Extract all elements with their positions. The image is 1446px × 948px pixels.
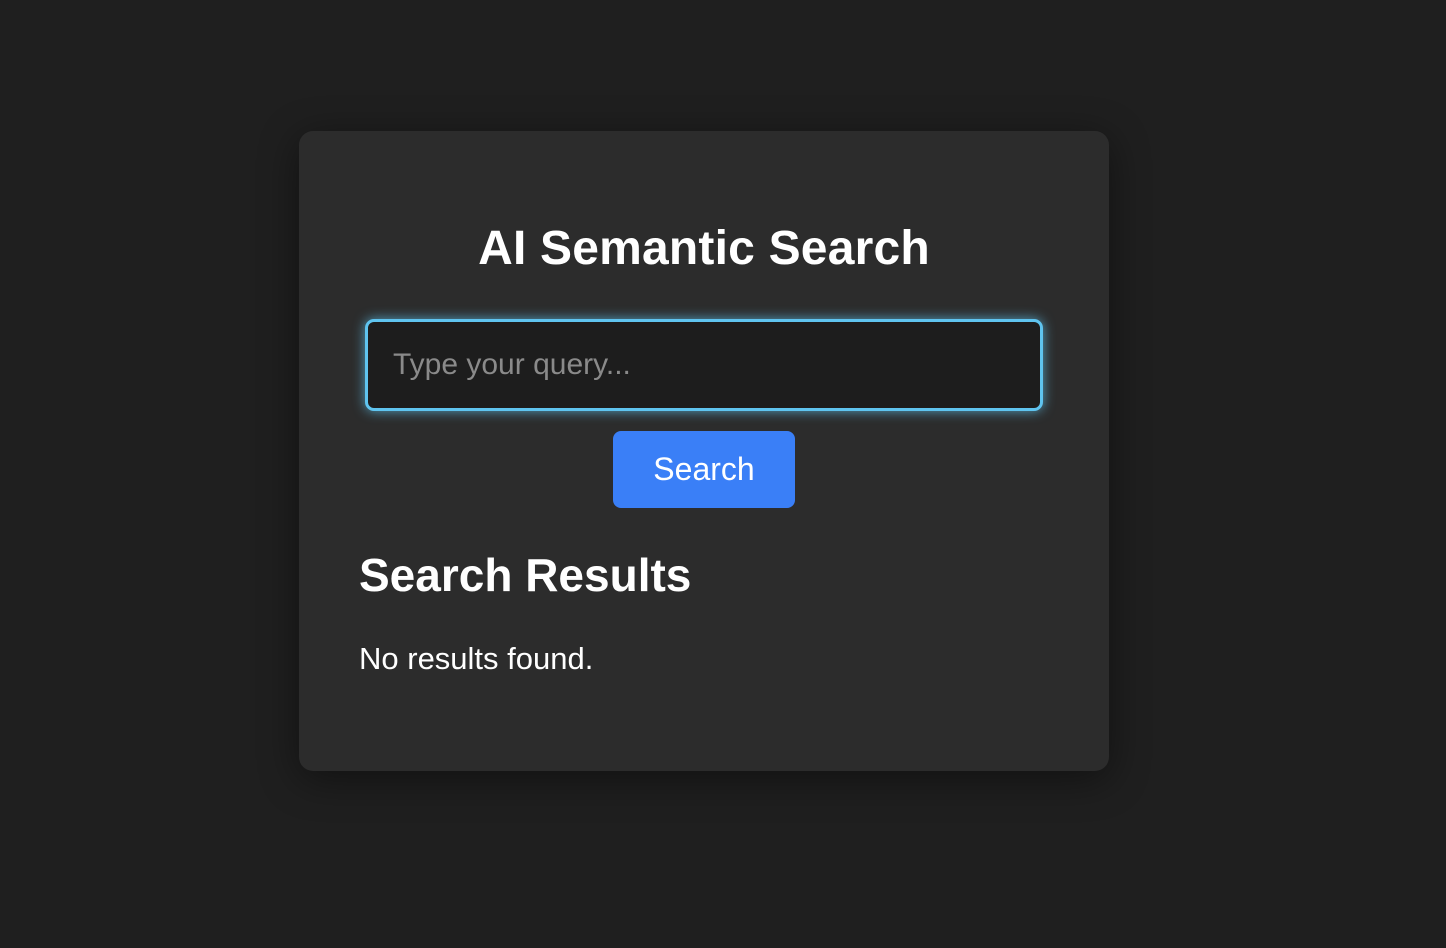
page-title: AI Semantic Search [478, 222, 930, 275]
results-heading: Search Results [359, 549, 692, 601]
page: AI Semantic Search Search Search Results… [0, 0, 1446, 948]
search-card: AI Semantic Search Search Search Results… [299, 131, 1109, 771]
search-button[interactable]: Search [613, 431, 795, 508]
results-empty-message: No results found. [359, 641, 594, 676]
search-input[interactable] [365, 319, 1043, 411]
